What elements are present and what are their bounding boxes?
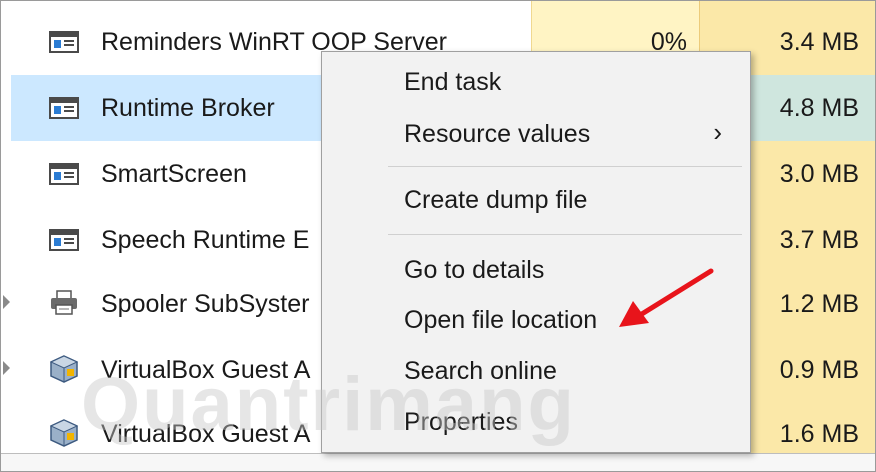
process-name: VirtualBox Guest A (101, 356, 311, 384)
menu-item-resource-values[interactable]: Resource values (404, 112, 750, 156)
app-window-icon (49, 31, 79, 53)
menu-item-search-online[interactable]: Search online (404, 349, 557, 393)
menu-item-open-file-location[interactable]: Open file location (404, 298, 597, 342)
footer-bar (1, 453, 875, 471)
printer-icon (49, 290, 79, 315)
app-window-icon (49, 97, 79, 119)
chevron-right-icon: › (713, 117, 722, 147)
menu-separator (388, 166, 742, 167)
expand-chevron-icon[interactable] (3, 295, 10, 309)
menu-item-end-task[interactable]: End task (404, 60, 501, 104)
app-window-icon (49, 229, 79, 251)
virtualbox-icon (49, 355, 79, 383)
expand-chevron-icon[interactable] (3, 361, 10, 375)
process-name: SmartScreen (101, 160, 247, 188)
app-window-icon (49, 163, 79, 185)
menu-item-properties[interactable]: Properties (404, 400, 518, 444)
context-menu: End task Resource values › Create dump f… (321, 51, 751, 453)
menu-separator (388, 234, 742, 235)
process-name: Speech Runtime E (101, 226, 310, 254)
virtualbox-icon (49, 419, 79, 447)
menu-item-label: Resource values (404, 120, 591, 148)
task-manager-processes: Reminders WinRT OOP Server 0% 3.4 MB Run… (0, 0, 876, 472)
menu-item-go-to-details[interactable]: Go to details (404, 248, 544, 292)
menu-item-create-dump-file[interactable]: Create dump file (404, 178, 587, 222)
annotation-arrow-icon (619, 268, 714, 327)
process-name: Spooler SubSyster (101, 290, 310, 318)
process-name: Runtime Broker (101, 94, 275, 122)
